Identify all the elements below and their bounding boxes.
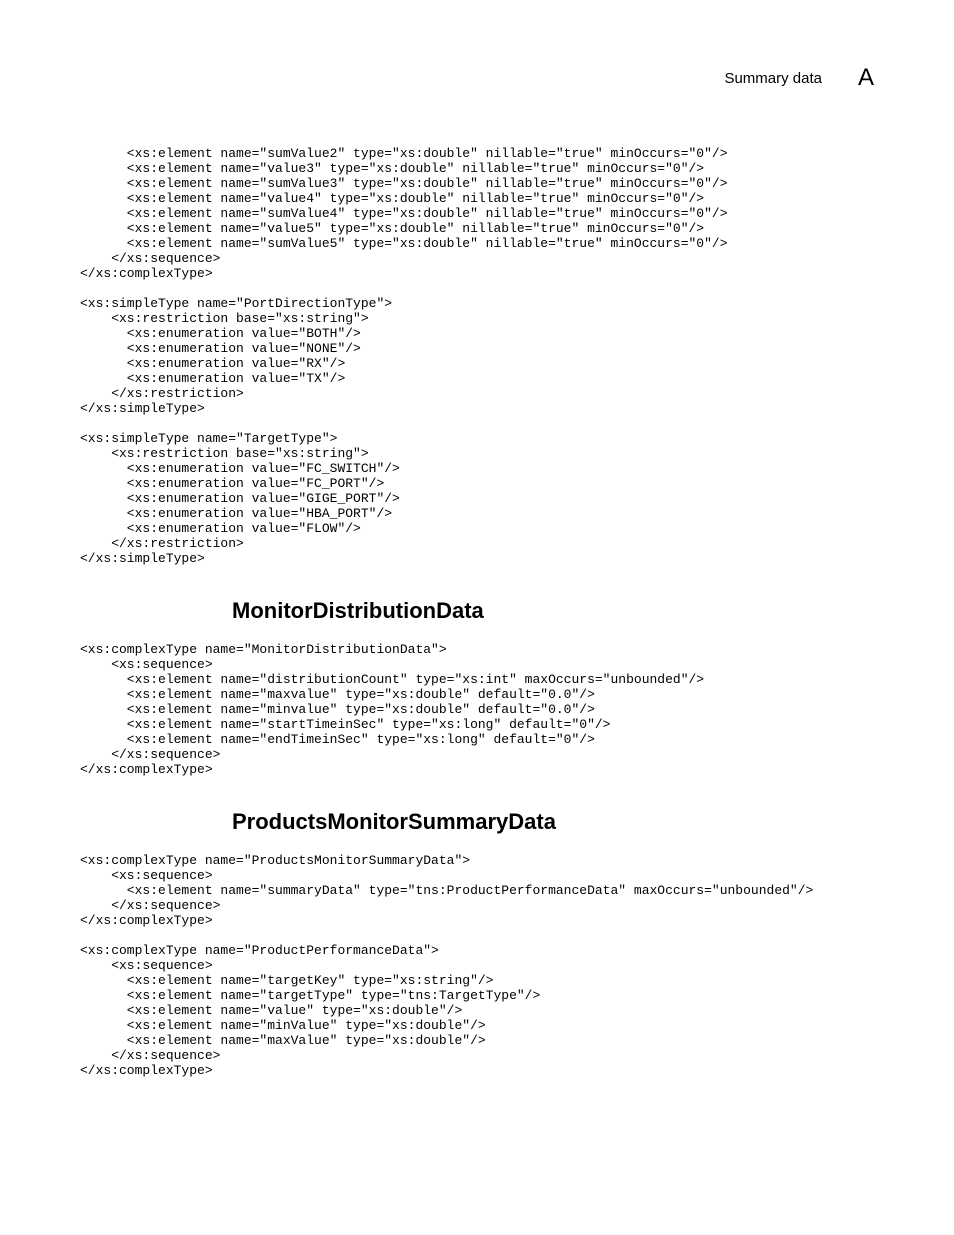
code-block-2: <xs:complexType name="MonitorDistributio…: [80, 642, 874, 777]
section-heading-monitor-distribution: MonitorDistributionData: [232, 598, 874, 624]
code-block-1: <xs:element name="sumValue2" type="xs:do…: [80, 146, 874, 566]
section-heading-products-monitor-summary: ProductsMonitorSummaryData: [232, 809, 874, 835]
document-page: Summary data A <xs:element name="sumValu…: [0, 0, 954, 1132]
page-header: Summary data A: [80, 64, 874, 92]
header-title: Summary data: [724, 70, 822, 87]
header-section-letter: A: [858, 64, 874, 92]
code-block-3: <xs:complexType name="ProductsMonitorSum…: [80, 853, 874, 1078]
